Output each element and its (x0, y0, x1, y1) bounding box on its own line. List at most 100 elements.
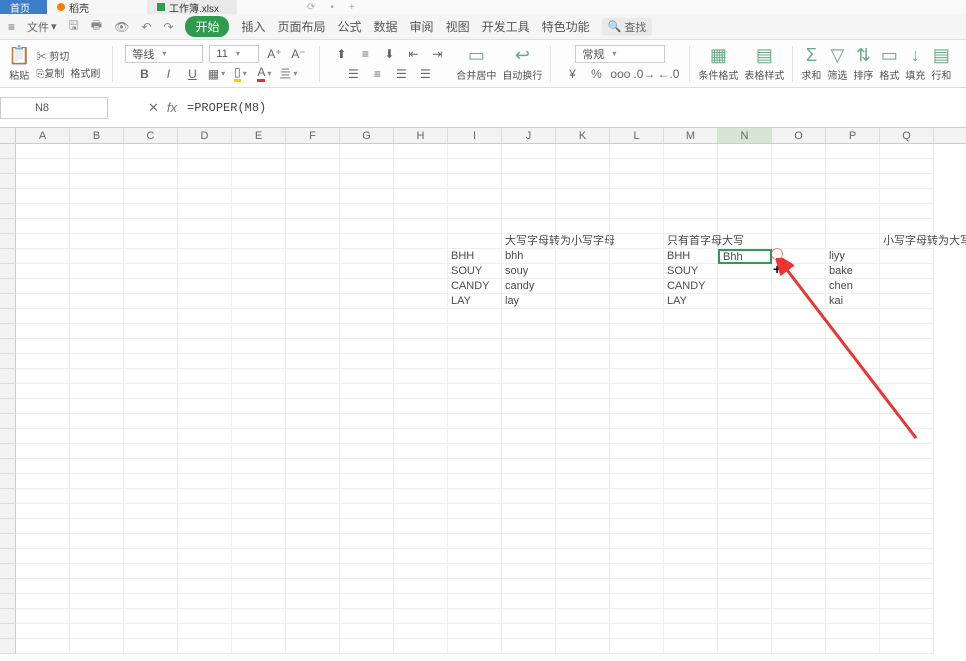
cell-N16[interactable] (718, 369, 772, 384)
cell-N22[interactable] (718, 459, 772, 474)
cell-Q3[interactable] (880, 174, 934, 189)
cell-H29[interactable] (394, 564, 448, 579)
cell-E6[interactable] (232, 219, 286, 234)
cell-N12[interactable] (718, 309, 772, 324)
cell-C11[interactable] (124, 294, 178, 309)
align-middle-icon[interactable]: ≡ (356, 45, 374, 63)
cell-K19[interactable] (556, 414, 610, 429)
cell-G14[interactable] (340, 339, 394, 354)
name-box[interactable]: N8 (0, 97, 108, 119)
row-header[interactable] (0, 414, 16, 429)
cell-P25[interactable] (826, 504, 880, 519)
cell-O15[interactable] (772, 354, 826, 369)
align-bottom-icon[interactable]: ⬇ (380, 45, 398, 63)
cell-E10[interactable] (232, 279, 286, 294)
cell-N26[interactable] (718, 519, 772, 534)
cell-O17[interactable] (772, 384, 826, 399)
row-header[interactable] (0, 249, 16, 264)
cell-D34[interactable] (178, 639, 232, 654)
cell-I19[interactable] (448, 414, 502, 429)
cell-L32[interactable] (610, 609, 664, 624)
cell-G2[interactable] (340, 159, 394, 174)
tab-view[interactable]: 视图 (446, 18, 470, 35)
cell-A24[interactable] (16, 489, 70, 504)
cell-C21[interactable] (124, 444, 178, 459)
cell-G19[interactable] (340, 414, 394, 429)
cell-D15[interactable] (178, 354, 232, 369)
cell-M17[interactable] (664, 384, 718, 399)
cell-O26[interactable] (772, 519, 826, 534)
cell-L18[interactable] (610, 399, 664, 414)
cell-G18[interactable] (340, 399, 394, 414)
cell-B23[interactable] (70, 474, 124, 489)
cell-F10[interactable] (286, 279, 340, 294)
cell-N10[interactable] (718, 279, 772, 294)
cell-N9[interactable] (718, 264, 772, 279)
cell-D18[interactable] (178, 399, 232, 414)
cell-Q31[interactable] (880, 594, 934, 609)
cell-D21[interactable] (178, 444, 232, 459)
cell-C4[interactable] (124, 189, 178, 204)
sort-button[interactable]: ⇅ 排序 (853, 45, 873, 82)
cell-O21[interactable] (772, 444, 826, 459)
cell-A28[interactable] (16, 549, 70, 564)
cell-Q2[interactable] (880, 159, 934, 174)
cell-P1[interactable] (826, 144, 880, 159)
cell-K8[interactable] (556, 249, 610, 264)
cell-C5[interactable] (124, 204, 178, 219)
table-style-button[interactable]: ▤ 表格样式 (744, 45, 784, 82)
cell-F23[interactable] (286, 474, 340, 489)
col-header-O[interactable]: O (772, 128, 826, 143)
cell-H26[interactable] (394, 519, 448, 534)
cell-C13[interactable] (124, 324, 178, 339)
cell-B2[interactable] (70, 159, 124, 174)
cell-D30[interactable] (178, 579, 232, 594)
cell-O23[interactable] (772, 474, 826, 489)
cell-G22[interactable] (340, 459, 394, 474)
cell-I15[interactable] (448, 354, 502, 369)
cell-I27[interactable] (448, 534, 502, 549)
cell-K27[interactable] (556, 534, 610, 549)
search-box[interactable]: 🔍 查找 (602, 18, 653, 36)
cell-P9[interactable]: bake (826, 264, 880, 279)
italic-button[interactable]: I (159, 65, 177, 83)
cell-K12[interactable] (556, 309, 610, 324)
cell-E24[interactable] (232, 489, 286, 504)
cell-N6[interactable] (718, 219, 772, 234)
cell-D17[interactable] (178, 384, 232, 399)
row-header[interactable] (0, 474, 16, 489)
cell-M29[interactable] (664, 564, 718, 579)
cell-K1[interactable] (556, 144, 610, 159)
cell-B21[interactable] (70, 444, 124, 459)
cell-K4[interactable] (556, 189, 610, 204)
cell-M24[interactable] (664, 489, 718, 504)
fontsize-select[interactable]: 11 (209, 45, 259, 63)
cell-K2[interactable] (556, 159, 610, 174)
cell-H6[interactable] (394, 219, 448, 234)
cell-D16[interactable] (178, 369, 232, 384)
cell-K33[interactable] (556, 624, 610, 639)
cell-C34[interactable] (124, 639, 178, 654)
cell-L27[interactable] (610, 534, 664, 549)
cell-Q13[interactable] (880, 324, 934, 339)
cell-J28[interactable] (502, 549, 556, 564)
cell-A18[interactable] (16, 399, 70, 414)
cell-E19[interactable] (232, 414, 286, 429)
cell-F16[interactable] (286, 369, 340, 384)
cell-K23[interactable] (556, 474, 610, 489)
cell-Q34[interactable] (880, 639, 934, 654)
cell-N8[interactable]: Bhh (718, 249, 772, 264)
cell-I6[interactable] (448, 219, 502, 234)
cell-E21[interactable] (232, 444, 286, 459)
cell-P4[interactable] (826, 189, 880, 204)
cell-F14[interactable] (286, 339, 340, 354)
cell-J26[interactable] (502, 519, 556, 534)
cell-Q14[interactable] (880, 339, 934, 354)
cell-N33[interactable] (718, 624, 772, 639)
cell-G27[interactable] (340, 534, 394, 549)
cell-I22[interactable] (448, 459, 502, 474)
cell-P19[interactable] (826, 414, 880, 429)
underline-button[interactable]: U (183, 65, 201, 83)
cell-E16[interactable] (232, 369, 286, 384)
cell-D29[interactable] (178, 564, 232, 579)
